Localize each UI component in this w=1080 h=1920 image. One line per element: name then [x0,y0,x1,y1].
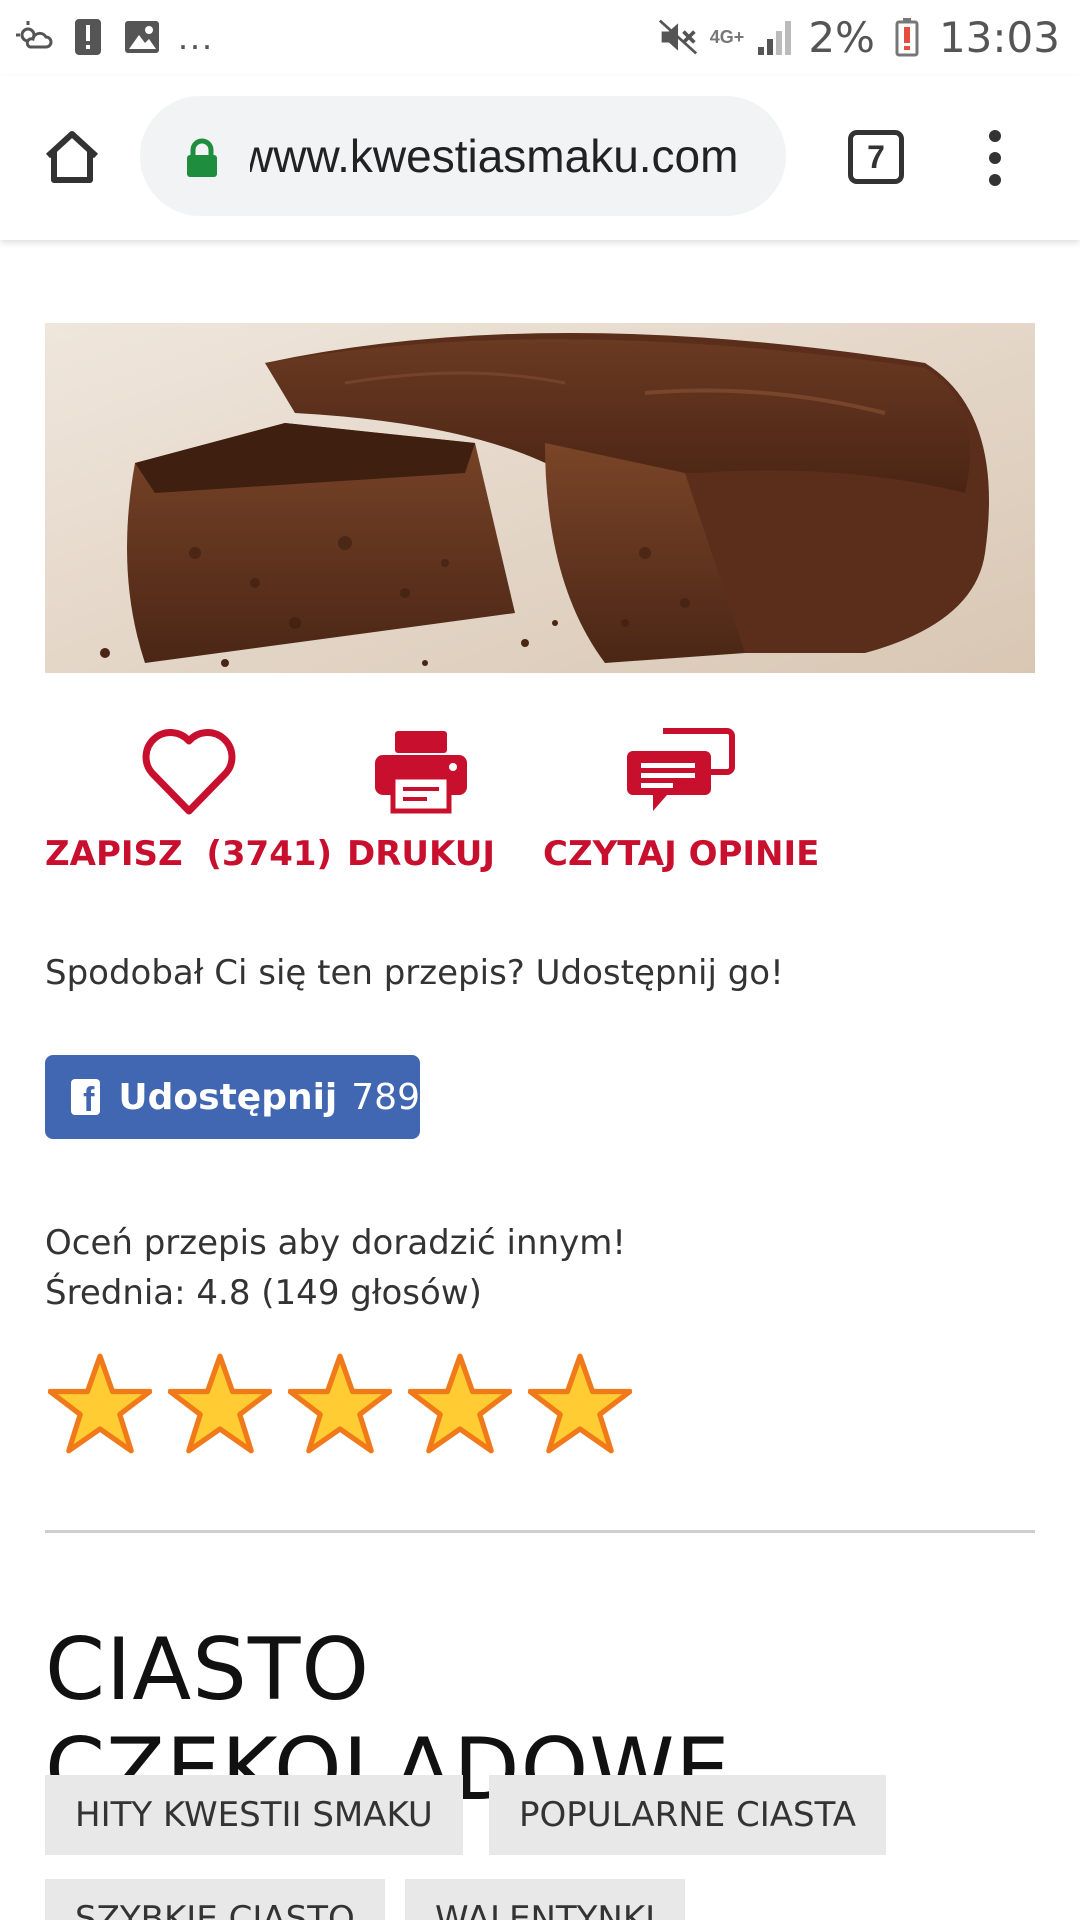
comments-icon [627,722,736,822]
rating-prompt: Oceń przepis aby doradzić innym! [45,1223,626,1263]
image-icon [122,17,162,57]
read-reviews-button[interactable]: CZYTAJ OPINIE [543,722,819,874]
url-text[interactable]: www.kwestiasmaku.com [250,96,770,216]
tag-hity-kwestii-smaku[interactable]: HITY KWESTII SMAKU [45,1775,463,1855]
rating-stars [48,1352,632,1456]
url-bar[interactable]: www.kwestiasmaku.com [140,96,786,216]
print-label: DRUKUJ [347,834,496,874]
rating-info: Oceń przepis aby doradzić innym! Średnia… [45,1218,626,1318]
rating-star-icon[interactable] [408,1352,512,1456]
printer-icon [373,722,469,822]
browser-menu-button[interactable] [980,126,1010,190]
home-icon [45,131,99,183]
save-button[interactable]: ZAPISZ (3741) [45,722,332,874]
menu-dot [989,174,1001,186]
lock-icon [187,138,217,177]
menu-dot [989,152,1001,164]
save-label: ZAPISZ (3741) [45,834,333,874]
share-prompt: Spodobał Ci się ten przepis? Udostępnij … [45,953,784,993]
facebook-share-button[interactable]: f Udostępnij 789 [45,1055,420,1139]
status-overflow: ... [178,16,215,57]
rating-star-icon[interactable] [168,1352,272,1456]
tag-popularne-ciasta[interactable]: POPULARNE CIASTA [489,1775,886,1855]
recipe-hero-image [45,323,1035,673]
facebook-share-label: Udostępnij [118,1076,338,1118]
recipe-actions: ZAPISZ (3741) DRUKUJ CZYTAJ OPINIE [45,722,1035,882]
heart-icon [140,722,238,822]
chocolate-cake-photo [45,323,1035,673]
tab-switcher-button[interactable]: 7 [848,130,904,184]
battery-percent: 2% [808,12,875,62]
signal-icon [756,17,796,57]
facebook-icon: f [71,1079,101,1117]
status-bar-right: 4G+ 2% 13:03 [658,12,1060,62]
browser-toolbar: www.kwestiasmaku.com 7 [0,76,1080,240]
network-type: 4G+ [709,27,745,47]
rating-star-icon[interactable] [48,1352,152,1456]
rating-average: Średnia: 4.8 (149 głosów) [45,1273,482,1313]
tab-count: 7 [867,138,885,175]
print-button[interactable]: DRUKUJ [347,722,495,874]
menu-dot [989,130,1001,142]
rating-star-icon[interactable] [288,1352,392,1456]
tag-walentynki[interactable]: WALENTYNKI [405,1879,686,1920]
tag-szybkie-ciasto[interactable]: SZYBKIE CIASTO [45,1879,385,1920]
weather-icon [14,17,54,57]
divider [45,1530,1035,1533]
alert-icon [68,17,108,57]
home-button[interactable] [40,126,104,190]
mute-icon [658,17,698,57]
status-bar-left: ... [14,12,214,62]
battery-low-icon [887,17,927,57]
read-reviews-label: CZYTAJ OPINIE [543,834,820,874]
status-bar: ... 4G+ 2% 13:03 [0,0,1080,76]
clock: 13:03 [938,12,1060,62]
facebook-share-count: 789 [351,1076,420,1118]
rating-star-icon[interactable] [528,1352,632,1456]
